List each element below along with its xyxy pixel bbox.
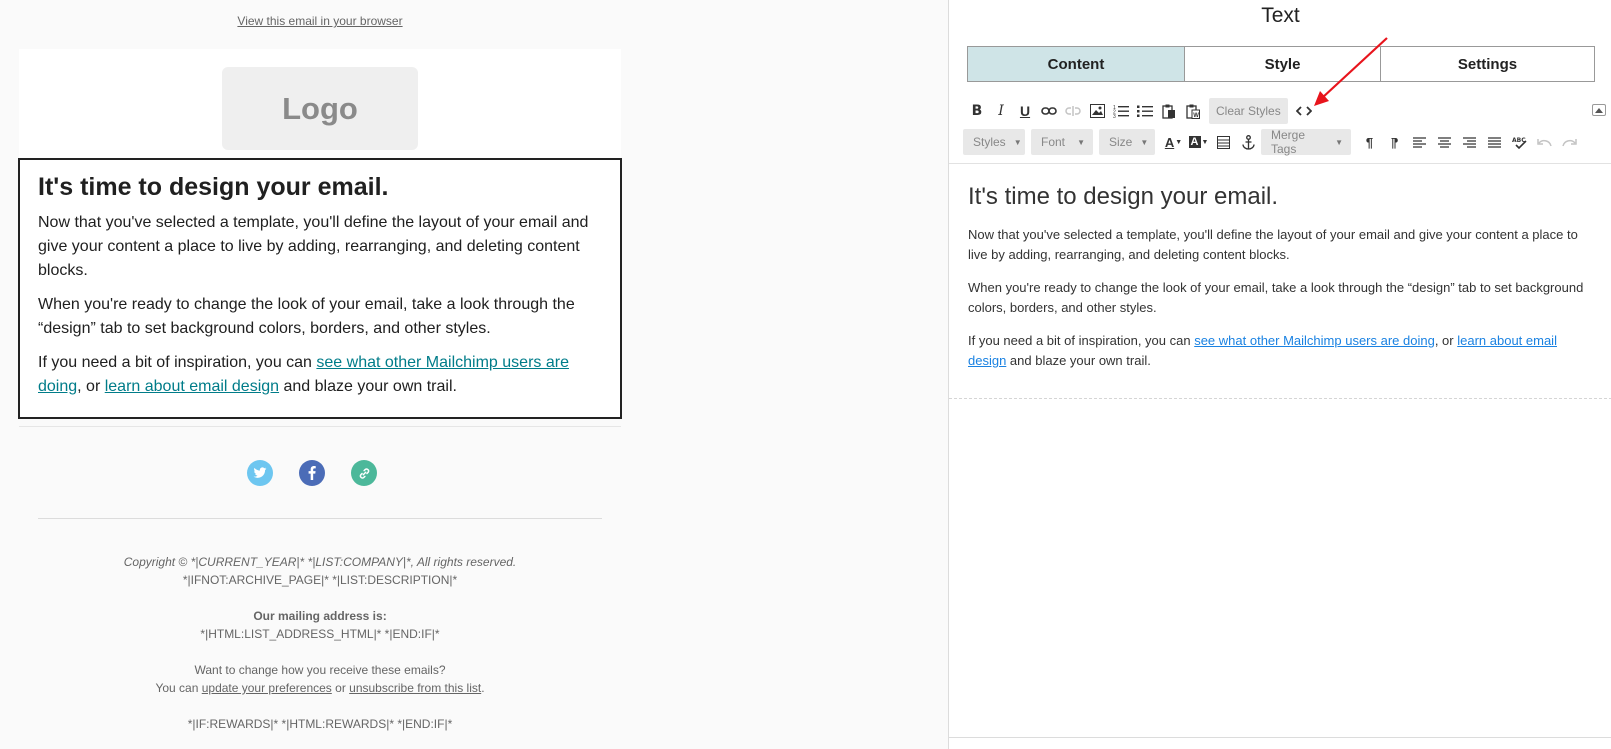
- paragraph-text: , or: [77, 378, 105, 395]
- chevron-down-icon: ▼: [1140, 137, 1149, 147]
- chevron-down-icon: ▼: [1077, 137, 1085, 147]
- logo-placeholder[interactable]: Logo: [222, 67, 418, 150]
- link-icon[interactable]: [351, 460, 377, 486]
- styles-dropdown[interactable]: Styles ▼: [963, 129, 1025, 155]
- editor-title: Text: [1261, 4, 1300, 27]
- background-color-icon[interactable]: A ▼: [1186, 130, 1211, 154]
- numbered-list-icon[interactable]: 123: [1109, 99, 1133, 123]
- paragraph-text: and blaze your own trail.: [279, 378, 457, 395]
- unsubscribe-link[interactable]: unsubscribe from this list: [349, 681, 481, 695]
- size-dropdown[interactable]: Size ▼: [1099, 129, 1155, 155]
- text-block-editor: Text Content Style Settings B I U 123 W …: [948, 0, 1611, 749]
- email-paragraph-1: Now that you've selected a template, you…: [38, 214, 589, 279]
- mailchimp-users-link[interactable]: see what other Mailchimp users are doing: [1194, 333, 1435, 348]
- font-dropdown-label: Font: [1041, 135, 1066, 149]
- mailing-address-label: Our mailing address is:: [253, 609, 387, 623]
- merge-tags-dropdown[interactable]: Merge Tags ▼: [1261, 128, 1351, 156]
- image-icon[interactable]: [1085, 99, 1109, 123]
- paragraph-text: and blaze your own trail.: [1006, 353, 1151, 368]
- paragraph-text: If you need a bit of inspiration, you ca…: [968, 333, 1195, 348]
- unlink-icon[interactable]: [1061, 99, 1085, 123]
- mailing-address-text: *|HTML:LIST_ADDRESS_HTML|* *|END:IF|*: [200, 627, 440, 641]
- chevron-down-icon: ▼: [1013, 137, 1022, 147]
- email-footer: Copyright © *|CURRENT_YEAR|* *|LIST:COMP…: [0, 553, 640, 733]
- email-design-link[interactable]: learn about email design: [105, 378, 279, 395]
- email-heading: It's time to design your email.: [38, 173, 389, 201]
- chevron-down-icon: ▼: [1335, 137, 1343, 147]
- ltr-paragraph-icon[interactable]: ¶: [1357, 130, 1382, 154]
- paragraph-text: , or: [1434, 333, 1458, 348]
- divider: [949, 737, 1611, 738]
- header-block[interactable]: Logo: [19, 49, 621, 159]
- rich-text-editor-area[interactable]: It's time to design your email. Now that…: [968, 181, 1588, 384]
- bold-icon[interactable]: B: [965, 99, 989, 123]
- source-code-icon[interactable]: [1292, 99, 1316, 123]
- collapse-toolbar-icon[interactable]: [1592, 104, 1606, 116]
- email-preview: View this email in your browser Logo It'…: [0, 0, 948, 749]
- copyright-text: Copyright © *|CURRENT_YEAR|* *|LIST:COMP…: [123, 555, 517, 569]
- link-icon[interactable]: [1037, 99, 1061, 123]
- divider: [949, 163, 1611, 164]
- tab-content[interactable]: Content: [968, 47, 1185, 81]
- toolbar-row-1: B I U 123 W Clear Styles: [965, 98, 1316, 124]
- size-dropdown-label: Size: [1109, 135, 1133, 149]
- bullet-list-icon[interactable]: [1133, 99, 1157, 123]
- text-color-icon[interactable]: A ▼: [1161, 130, 1186, 154]
- facebook-icon[interactable]: [299, 460, 325, 486]
- email-paragraph-2: When you're ready to change the look of …: [38, 296, 575, 337]
- rtl-paragraph-icon[interactable]: ¶: [1382, 130, 1407, 154]
- styles-dropdown-label: Styles: [973, 135, 1006, 149]
- undo-icon[interactable]: [1532, 130, 1557, 154]
- justify-icon[interactable]: [1482, 130, 1507, 154]
- email-paragraph-3: If you need a bit of inspiration, you ca…: [38, 351, 602, 399]
- divider: [38, 518, 602, 519]
- align-right-icon[interactable]: [1457, 130, 1482, 154]
- selected-text-block[interactable]: It's time to design your email. Now that…: [18, 158, 622, 419]
- paragraph-text: If you need a bit of inspiration, you ca…: [38, 354, 317, 371]
- anchor-icon[interactable]: [1236, 130, 1261, 154]
- divider: [19, 426, 621, 427]
- editor-paragraph-1[interactable]: Now that you've selected a template, you…: [968, 225, 1588, 265]
- footer-text: .: [481, 681, 485, 695]
- editor-paragraph-3[interactable]: If you need a bit of inspiration, you ca…: [968, 331, 1588, 371]
- underline-icon[interactable]: U: [1013, 99, 1037, 123]
- table-icon[interactable]: [1211, 130, 1236, 154]
- clear-styles-button[interactable]: Clear Styles: [1209, 98, 1288, 124]
- footer-text: or: [331, 681, 350, 695]
- tab-style[interactable]: Style: [1185, 47, 1381, 81]
- editor-tabs: Content Style Settings: [967, 46, 1595, 82]
- align-center-icon[interactable]: [1432, 130, 1457, 154]
- merge-tags-dropdown-label: Merge Tags: [1271, 128, 1306, 156]
- description-text: *|IFNOT:ARCHIVE_PAGE|* *|LIST:DESCRIPTIO…: [182, 573, 458, 587]
- editor-bottom-divider: [949, 398, 1611, 399]
- svg-text:3: 3: [1113, 114, 1116, 118]
- font-dropdown[interactable]: Font ▼: [1031, 129, 1093, 155]
- redo-icon[interactable]: [1557, 130, 1582, 154]
- editor-heading[interactable]: It's time to design your email.: [968, 181, 1588, 213]
- toolbar-row-2: Styles ▼ Font ▼ Size ▼ A ▼ A ▼ Merge Tags ▼ ¶ …: [963, 128, 1582, 156]
- svg-text:W: W: [1193, 113, 1199, 119]
- twitter-icon[interactable]: [247, 460, 273, 486]
- footer-text: You can: [155, 681, 202, 695]
- italic-icon[interactable]: I: [989, 99, 1013, 123]
- paste-icon[interactable]: [1157, 99, 1181, 123]
- align-left-icon[interactable]: [1407, 130, 1432, 154]
- view-in-browser-link[interactable]: View this email in your browser: [0, 14, 640, 28]
- rewards-text: *|IF:REWARDS|* *|HTML:REWARDS|* *|END:IF…: [187, 717, 453, 731]
- editor-paragraph-2[interactable]: When you're ready to change the look of …: [968, 278, 1588, 318]
- paste-word-icon[interactable]: W: [1181, 99, 1205, 123]
- update-preferences-link[interactable]: update your preferences: [202, 681, 332, 695]
- change-question-text: Want to change how you receive these ema…: [194, 663, 446, 677]
- tab-settings[interactable]: Settings: [1381, 47, 1594, 81]
- spellcheck-icon[interactable]: ABC: [1507, 130, 1532, 154]
